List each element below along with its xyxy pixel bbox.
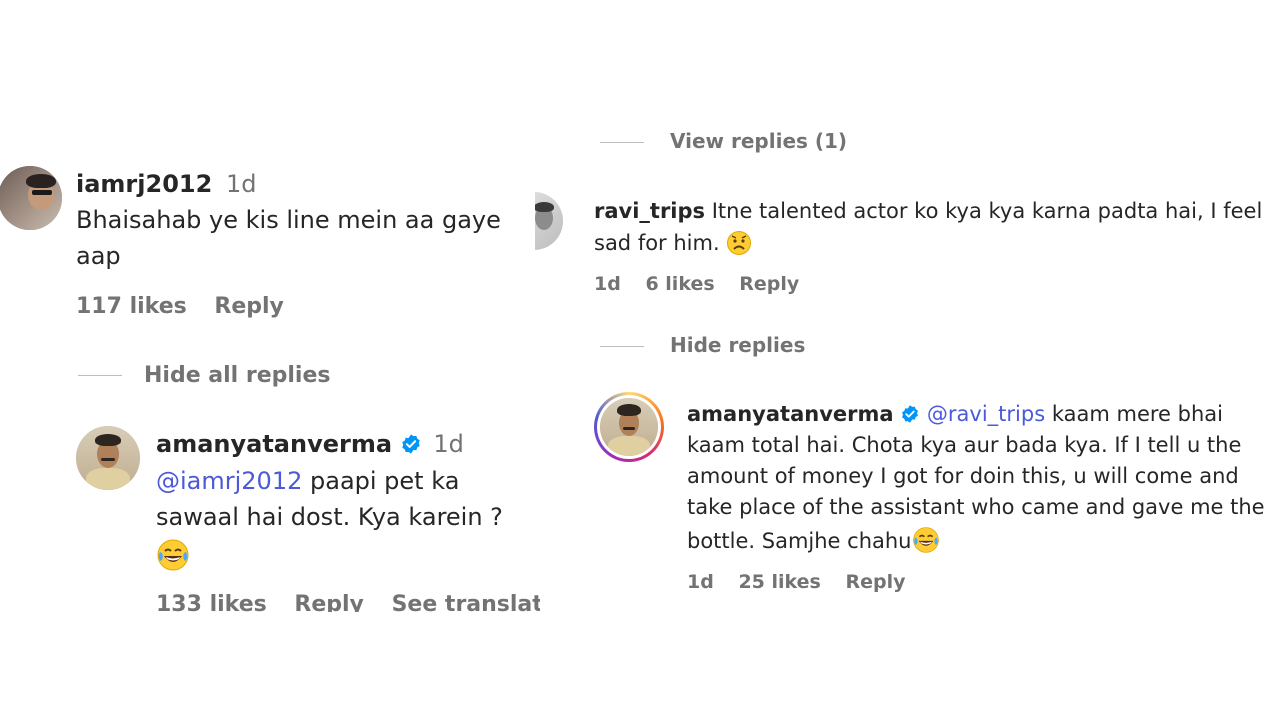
reply-likes[interactable]: 133 likes	[156, 592, 267, 612]
verified-badge-icon	[902, 405, 919, 423]
left-comment-panel: iamrj2012 1d Bhaisahab ye kis line mein …	[0, 140, 540, 612]
reply-text-line: take place of the assistant who came and…	[687, 495, 1265, 519]
sad-face-emoji	[727, 231, 752, 255]
reply-button[interactable]: Reply	[294, 592, 364, 612]
divider-line	[600, 142, 644, 143]
reply-username[interactable]: amanyatanverma	[687, 402, 894, 426]
reply-button[interactable]: Reply	[739, 273, 799, 295]
comment-text-line: Bhaisahab ye kis line mein aa gaye	[76, 206, 501, 234]
story-ring[interactable]	[594, 392, 664, 462]
avatar[interactable]	[0, 166, 62, 230]
comment-timestamp: 1d	[225, 170, 257, 198]
reply-username[interactable]: amanyatanverma	[156, 430, 392, 458]
reply-text-line: bottle. Samjhe chahu	[687, 529, 912, 553]
reply-text-line: kaam total hai. Chota kya aur bada kya. …	[687, 433, 1242, 457]
reply-likes[interactable]: 25 likes	[738, 571, 820, 593]
divider-line	[600, 346, 644, 347]
avatar[interactable]	[76, 426, 140, 490]
reply-text-line: kaam mere bhai	[1045, 402, 1223, 426]
reply-text-line: sawaal hai dost. Kya karein ?	[156, 503, 503, 531]
right-comment-panel: View replies (1) ravi_trips Itne talente…	[535, 128, 1280, 608]
verified-badge-icon	[401, 434, 420, 454]
comment-text-line: sad for him.	[594, 231, 720, 255]
mention-link[interactable]: @ravi_trips	[927, 402, 1045, 426]
reply-button[interactable]: Reply	[845, 571, 905, 593]
comment-username[interactable]: ravi_trips	[594, 199, 705, 223]
divider-line	[78, 375, 122, 376]
comment-text-line: Itne talented actor ko kya kya karna pad…	[705, 199, 1263, 223]
view-replies-button[interactable]: View replies (1)	[670, 129, 847, 153]
hide-all-replies-button[interactable]: Hide all replies	[144, 363, 330, 388]
face-with-tears-of-joy-emoji	[912, 527, 939, 553]
hide-replies-button[interactable]: Hide replies	[670, 333, 805, 357]
comment-username[interactable]: iamrj2012	[76, 170, 212, 198]
reply-button[interactable]: Reply	[214, 294, 284, 319]
avatar[interactable]	[535, 192, 563, 250]
see-translation-button[interactable]: See translation	[392, 592, 540, 612]
reply-text-line: paapi pet ka	[302, 467, 460, 495]
avatar[interactable]	[600, 398, 658, 456]
reply-timestamp: 1d	[687, 571, 714, 593]
comment-text-line: aap	[76, 242, 121, 270]
mention-link[interactable]: @iamrj2012	[156, 467, 302, 495]
reply-text-line: amount of money I got for doin this, u w…	[687, 464, 1239, 488]
comment-likes[interactable]: 117 likes	[76, 294, 187, 319]
comment-timestamp: 1d	[594, 273, 621, 295]
face-with-tears-of-joy-emoji	[156, 538, 190, 576]
reply-timestamp: 1d	[433, 430, 464, 458]
comment-likes[interactable]: 6 likes	[645, 273, 714, 295]
